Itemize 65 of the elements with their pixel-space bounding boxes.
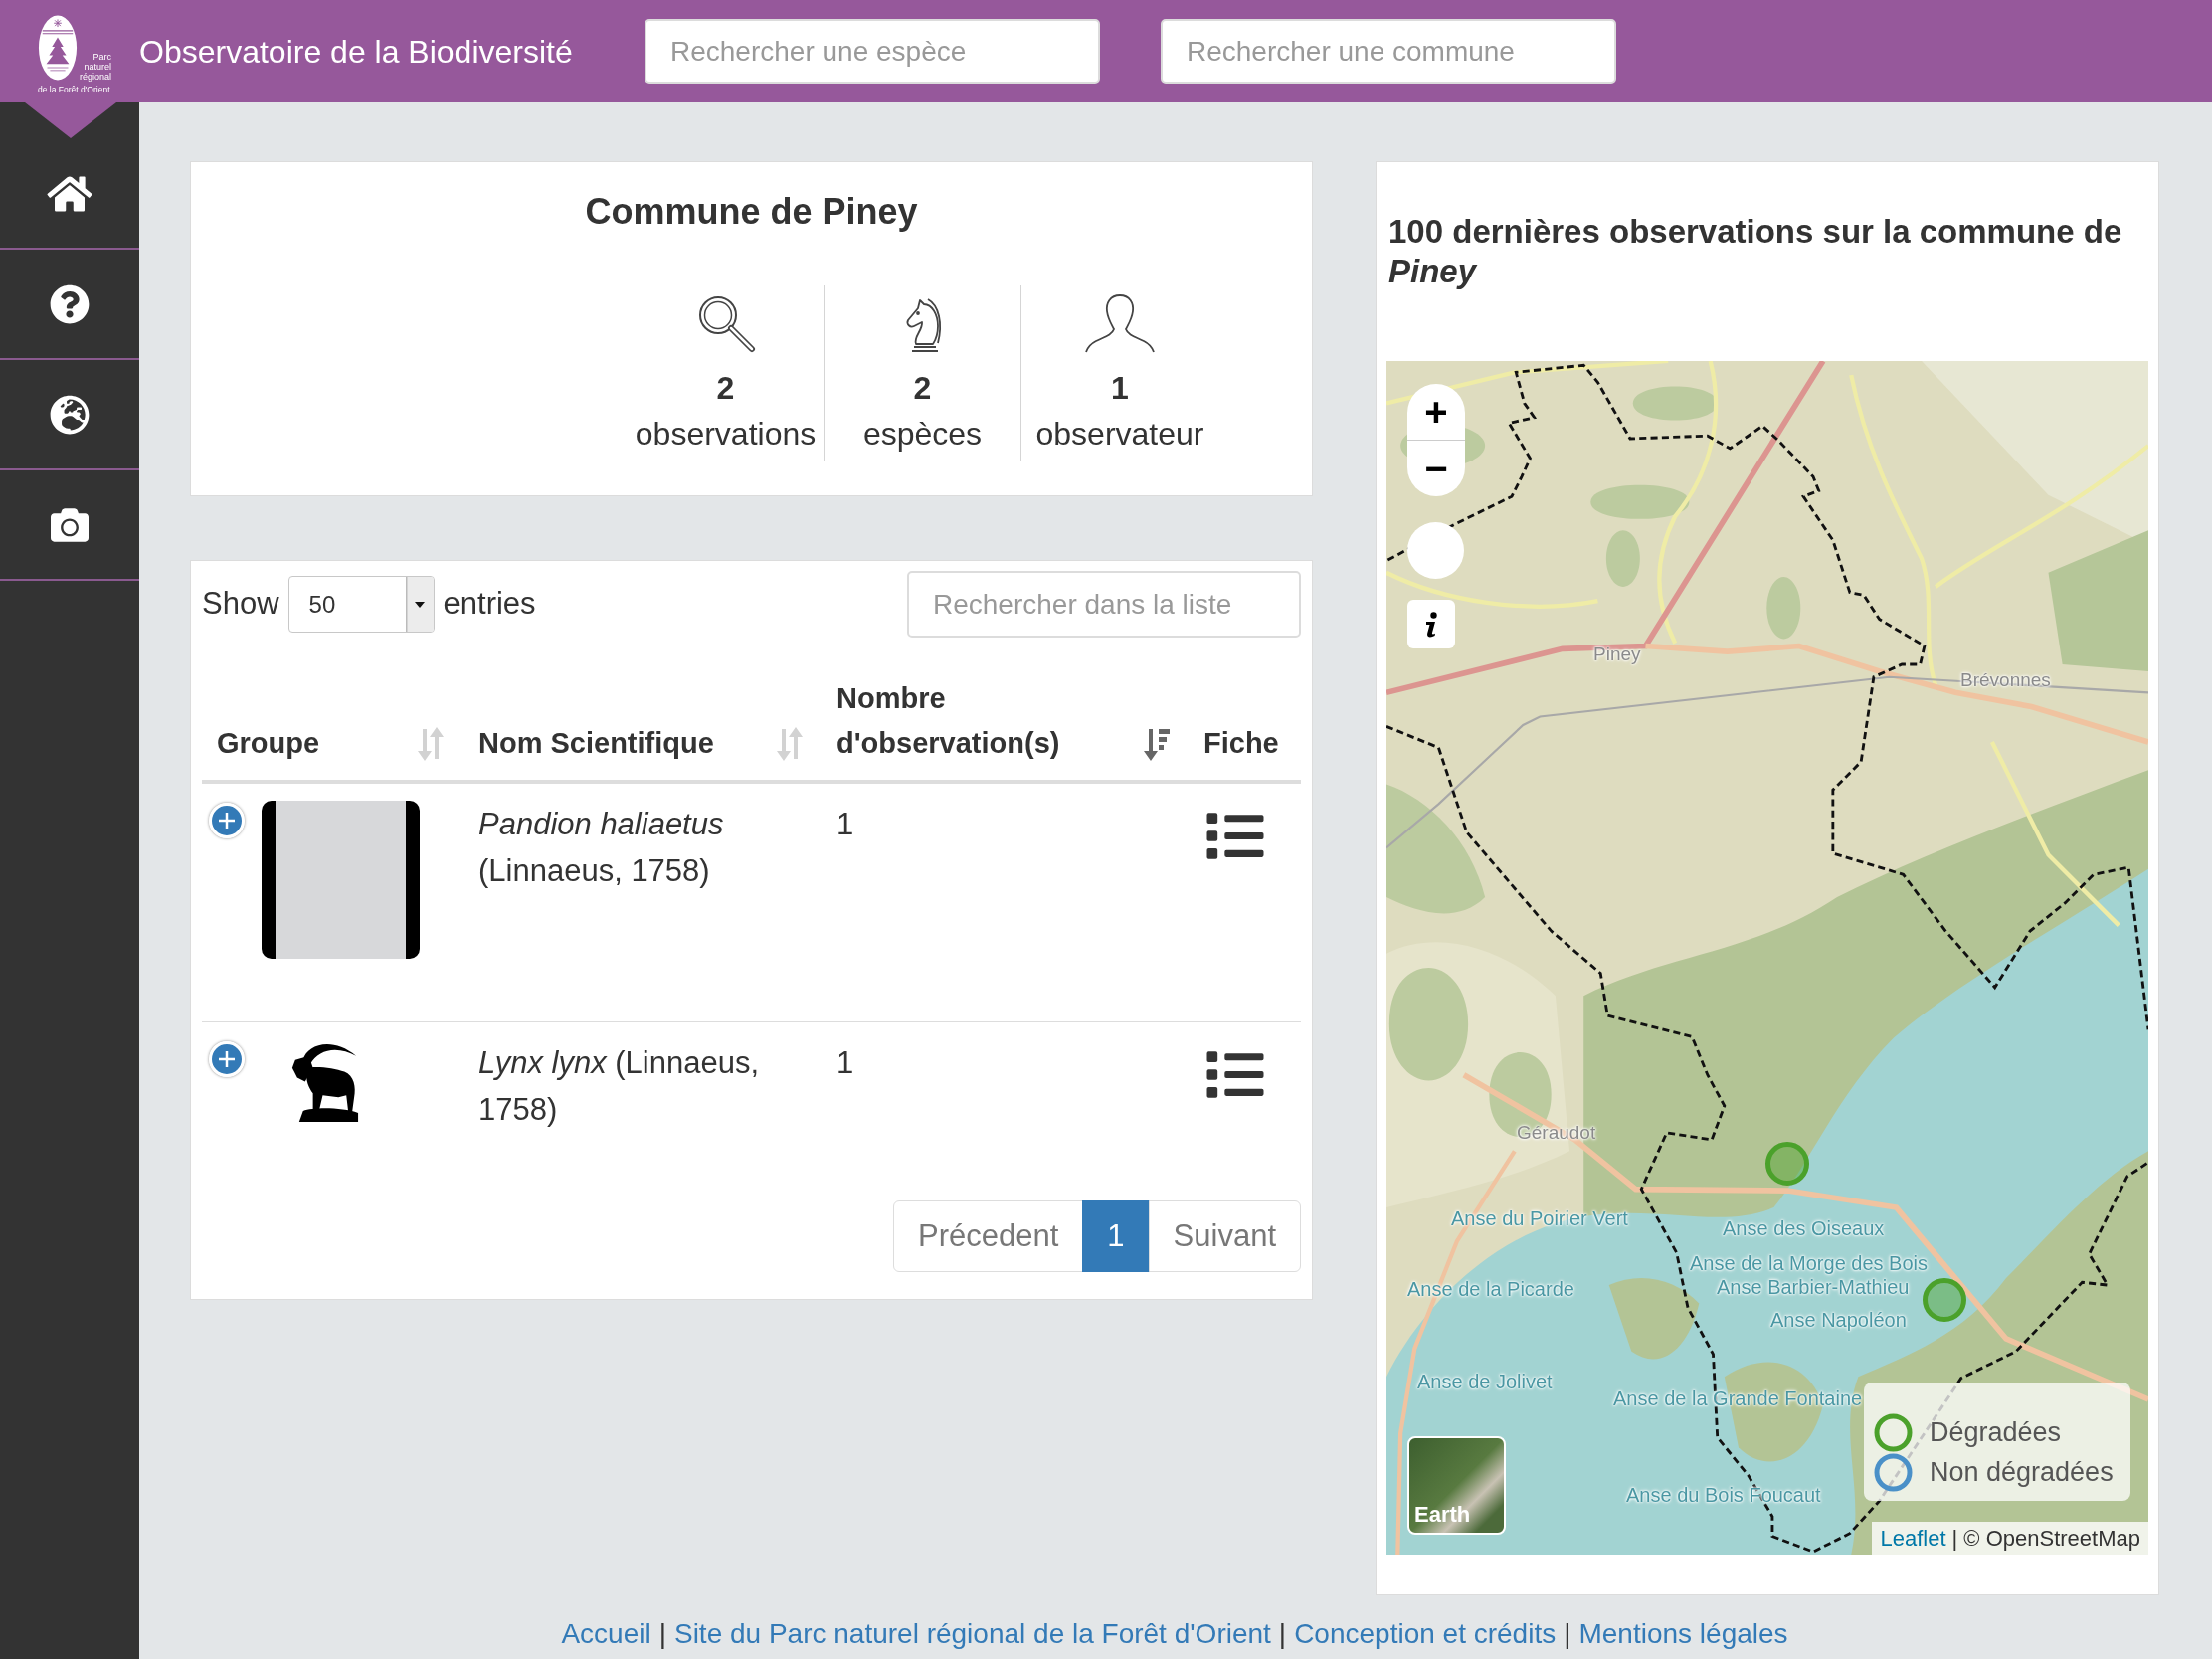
footer-link[interactable]: Mentions légales [1578, 1617, 1788, 1651]
map-place-label: Anse Barbier-Mathieu [1717, 1276, 1910, 1299]
column-header[interactable]: Nombre d'observation(s) [836, 676, 1143, 766]
map-place-label: Anse des Oiseaux [1723, 1217, 1885, 1240]
attribution-text: | © OpenStreetMap [1951, 1525, 2140, 1553]
scientific-name: Pandion haliaetus (Linnaeus, 1758) [478, 807, 724, 888]
observation-count: 1 [836, 1045, 854, 1080]
map-place-label: Brévonnes [1960, 668, 2051, 691]
legend-label: Dégradées [1930, 1415, 2062, 1449]
stat-label: observateur [1035, 415, 1204, 454]
scientific-name: Lynx lynx (Linnaeus, 1758) [478, 1045, 760, 1127]
camera-icon[interactable] [49, 505, 91, 544]
separator-text: | [1278, 1617, 1287, 1651]
logo-text: naturel [84, 62, 112, 72]
pagination-button[interactable]: 1 [1082, 1200, 1150, 1272]
home-icon[interactable] [47, 173, 92, 214]
site-title: Observatoire de la Biodiversité [139, 33, 573, 70]
layer-switcher-button[interactable]: Earth [1407, 1436, 1506, 1535]
entries-select[interactable]: 50 [287, 576, 435, 633]
help-icon[interactable] [50, 283, 90, 324]
stat-value: 2 [913, 369, 932, 408]
map-place-label: Anse Napoléon [1770, 1309, 1907, 1332]
stat-label: espèces [862, 415, 983, 454]
zoom-in-button[interactable]: + [1407, 384, 1465, 441]
map-place-label: Piney [1593, 643, 1641, 665]
map-title: 100 dernières observations sur la commune de Piney [1388, 212, 2123, 291]
column-header[interactable]: Fiche [1203, 721, 1279, 766]
logo-emblem-icon [38, 14, 78, 82]
person-icon [1084, 293, 1156, 353]
search-field[interactable]: Rechercher une espèce [645, 19, 1100, 84]
sort-descending-icon[interactable] [1143, 727, 1171, 761]
stat-value: 1 [1111, 369, 1129, 408]
footer-link[interactable]: Conception et crédits [1294, 1617, 1557, 1651]
map-place-label: Anse du Poirier Vert [1451, 1207, 1628, 1230]
plus-icon[interactable] [209, 803, 245, 838]
info-button[interactable] [1407, 600, 1455, 648]
separator-text: | [658, 1617, 666, 1651]
map-place-label: Anse de Jolivet [1417, 1371, 1553, 1393]
column-header[interactable]: Groupe [217, 721, 320, 766]
globe-icon[interactable] [50, 394, 90, 435]
info-icon [1423, 611, 1439, 638]
logo-text: Parc [92, 52, 112, 62]
legend-label: Non dégradées [1930, 1455, 2114, 1489]
list-search-field[interactable]: Rechercher dans la liste [907, 571, 1301, 638]
entries-label: entries [443, 585, 536, 624]
logo-text: régional [80, 72, 112, 82]
stat-value: 2 [716, 369, 735, 408]
map-place-label: Anse de la Morge des Bois [1690, 1252, 1929, 1275]
map-place-label: Anse de la Picarde [1407, 1278, 1574, 1301]
leaflet-link[interactable]: Leaflet [1880, 1522, 1946, 1555]
logo-text: de la Forêt d'Orient [38, 85, 111, 94]
zoom-out-button[interactable]: − [1407, 441, 1465, 496]
observation-count: 1 [836, 807, 854, 841]
stat-label: observations [635, 415, 817, 454]
column-header[interactable]: Nom Scientifique [478, 721, 714, 766]
footer-link[interactable]: Accueil [561, 1617, 651, 1651]
footer-link[interactable]: Site du Parc naturel régional de la Forêt d'Orient [673, 1617, 1271, 1651]
plus-icon[interactable] [209, 1041, 245, 1077]
search-field[interactable]: Rechercher une commune [1161, 19, 1616, 84]
map-place-label: Géraudot [1517, 1121, 1596, 1144]
map-place-label: Anse du Bois Foucaut [1626, 1484, 1821, 1507]
commune-title: Commune de Piney [584, 190, 919, 234]
caret-icon [405, 577, 434, 632]
separator-text: | [1564, 1617, 1571, 1651]
show-label: Show [202, 585, 279, 624]
